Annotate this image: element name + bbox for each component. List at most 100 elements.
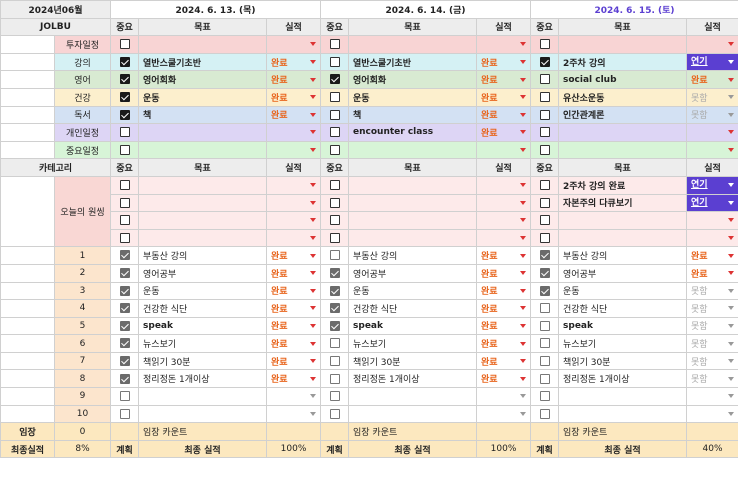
goal-cell[interactable]: 책읽기 30분: [348, 351, 478, 371]
status-dropdown[interactable]: [686, 140, 738, 160]
dropdown-arrow-icon[interactable]: [310, 271, 317, 276]
checkbox-unchecked[interactable]: [539, 197, 550, 208]
checkbox-checked[interactable]: [119, 74, 130, 85]
goal-cell[interactable]: speak: [138, 316, 268, 336]
status-dropdown[interactable]: 완료: [266, 246, 322, 265]
status-dropdown[interactable]: 완료: [476, 87, 532, 107]
checkbox-unchecked[interactable]: [329, 232, 340, 243]
dropdown-arrow-icon[interactable]: [520, 77, 527, 82]
dropdown-arrow-icon[interactable]: [520, 288, 527, 293]
goal-cell[interactable]: 책: [348, 105, 478, 125]
status-dropdown[interactable]: [476, 211, 532, 230]
dropdown-arrow-icon[interactable]: [310, 42, 317, 47]
dropdown-arrow-icon[interactable]: [728, 112, 735, 117]
dropdown-arrow-icon[interactable]: [310, 376, 317, 381]
dropdown-arrow-icon[interactable]: [520, 218, 527, 223]
dropdown-arrow-icon[interactable]: [310, 394, 317, 399]
dropdown-arrow-icon[interactable]: [728, 236, 735, 241]
goal-cell[interactable]: 열반스쿨기초반: [348, 52, 478, 72]
status-dropdown[interactable]: 완료: [476, 369, 532, 389]
status-dropdown[interactable]: [476, 404, 532, 424]
goal-cell[interactable]: 부동산 강의: [558, 246, 688, 265]
status-dropdown[interactable]: 못함: [686, 334, 738, 353]
dropdown-arrow-icon[interactable]: [728, 376, 735, 381]
dropdown-arrow-icon[interactable]: [520, 183, 527, 188]
status-dropdown[interactable]: [476, 35, 532, 54]
status-dropdown[interactable]: 완료: [476, 123, 532, 142]
checkbox-checked[interactable]: [329, 320, 340, 331]
dropdown-arrow-icon[interactable]: [520, 95, 527, 100]
goal-cell[interactable]: [138, 123, 268, 142]
goal-cell[interactable]: 책읽기 30분: [138, 351, 268, 371]
dropdown-arrow-icon[interactable]: [520, 236, 527, 241]
checkbox-unchecked[interactable]: [539, 39, 550, 50]
status-dropdown[interactable]: 완료: [476, 316, 532, 336]
goal-cell[interactable]: 책읽기 30분: [558, 351, 688, 371]
checkbox-checked[interactable]: [539, 267, 550, 278]
goal-cell[interactable]: 영어공부: [558, 263, 688, 283]
checkbox-unchecked[interactable]: [329, 92, 340, 103]
status-dropdown[interactable]: 못함: [686, 281, 738, 301]
goal-cell[interactable]: 인간관계론: [558, 105, 688, 125]
checkbox-checked[interactable]: [119, 320, 130, 331]
dropdown-arrow-icon[interactable]: [728, 183, 735, 188]
checkbox-unchecked[interactable]: [329, 127, 340, 138]
goal-cell[interactable]: 운동: [558, 281, 688, 301]
dropdown-arrow-icon[interactable]: [520, 271, 527, 276]
goal-cell[interactable]: [558, 35, 688, 54]
goal-cell[interactable]: [558, 387, 688, 406]
checkbox-unchecked[interactable]: [119, 408, 130, 419]
checkbox-unchecked[interactable]: [539, 127, 550, 138]
checkbox-checked[interactable]: [119, 285, 130, 296]
dropdown-arrow-icon[interactable]: [310, 341, 317, 346]
status-dropdown[interactable]: 못함: [686, 351, 738, 371]
dropdown-arrow-icon[interactable]: [728, 77, 735, 82]
status-dropdown[interactable]: [266, 404, 322, 424]
status-dropdown[interactable]: [686, 211, 738, 230]
goal-cell[interactable]: 운동: [138, 281, 268, 301]
status-dropdown[interactable]: [266, 387, 322, 406]
dropdown-arrow-icon[interactable]: [728, 253, 735, 258]
goal-cell[interactable]: [138, 404, 268, 424]
checkbox-checked[interactable]: [539, 56, 550, 67]
goal-cell[interactable]: 운동: [348, 87, 478, 107]
checkbox-unchecked[interactable]: [119, 179, 130, 190]
goal-cell[interactable]: 건강한 식단: [138, 299, 268, 318]
status-dropdown[interactable]: [266, 228, 322, 248]
dropdown-arrow-icon[interactable]: [728, 218, 735, 223]
checkbox-checked[interactable]: [119, 250, 130, 261]
goal-cell[interactable]: [138, 228, 268, 248]
checkbox-unchecked[interactable]: [539, 144, 550, 155]
dropdown-arrow-icon[interactable]: [310, 112, 317, 117]
dropdown-arrow-icon[interactable]: [520, 306, 527, 311]
checkbox-checked[interactable]: [119, 338, 130, 349]
checkbox-unchecked[interactable]: [539, 320, 550, 331]
dropdown-arrow-icon[interactable]: [310, 60, 317, 65]
status-dropdown[interactable]: 못함: [686, 299, 738, 318]
dropdown-arrow-icon[interactable]: [520, 323, 527, 328]
goal-cell[interactable]: 부동산 강의: [138, 246, 268, 265]
goal-cell[interactable]: 자본주의 다큐보기: [558, 193, 688, 213]
checkbox-unchecked[interactable]: [329, 144, 340, 155]
status-dropdown[interactable]: 완료: [266, 299, 322, 318]
checkbox-unchecked[interactable]: [539, 179, 550, 190]
checkbox-unchecked[interactable]: [539, 215, 550, 226]
status-dropdown[interactable]: [266, 211, 322, 230]
goal-cell[interactable]: 2주차 강의 완료: [558, 175, 688, 195]
dropdown-arrow-icon[interactable]: [520, 42, 527, 47]
status-dropdown[interactable]: 완료: [476, 263, 532, 283]
goal-cell[interactable]: [558, 123, 688, 142]
dropdown-arrow-icon[interactable]: [310, 218, 317, 223]
status-dropdown[interactable]: 완료: [266, 316, 322, 336]
status-dropdown[interactable]: 완료: [266, 87, 322, 107]
dropdown-arrow-icon[interactable]: [728, 130, 735, 135]
checkbox-unchecked[interactable]: [539, 408, 550, 419]
dropdown-arrow-icon[interactable]: [728, 95, 735, 100]
status-dropdown[interactable]: 완료: [476, 52, 532, 72]
goal-cell[interactable]: [348, 193, 478, 213]
status-dropdown[interactable]: [266, 175, 322, 195]
dropdown-arrow-icon[interactable]: [728, 411, 735, 416]
goal-cell[interactable]: [138, 211, 268, 230]
status-dropdown[interactable]: [266, 35, 322, 54]
goal-cell[interactable]: social club: [558, 70, 688, 89]
